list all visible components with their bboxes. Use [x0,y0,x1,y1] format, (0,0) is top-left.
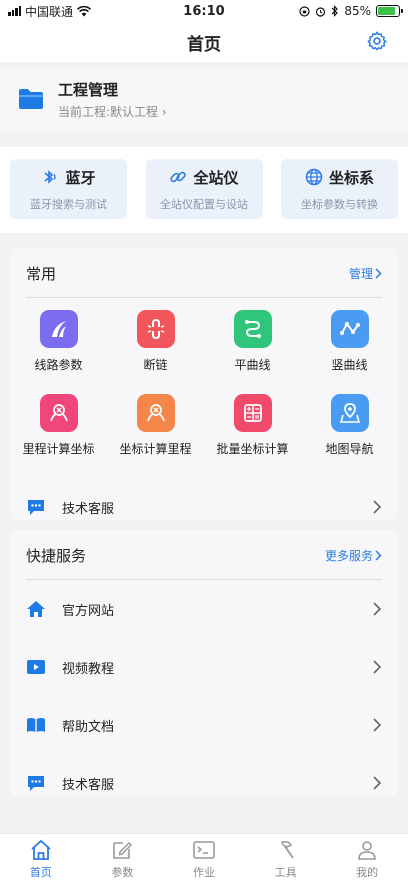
tab-params[interactable]: 参数 [82,834,164,883]
tile-label: 坐标系 [328,168,374,187]
battery-percent: 85% [344,4,371,18]
tab-profile[interactable]: 我的 [326,834,408,883]
tab-jobs[interactable]: 作业 [163,834,245,883]
tab-bar: 首页 参数 作业 工具 我的 [0,833,408,883]
tile-bluetooth[interactable]: 蓝牙 蓝牙搜索与测试 [10,159,127,219]
project-title: 工程管理 [58,80,119,99]
tab-tools[interactable]: 工具 [245,834,327,883]
home-icon [31,839,51,860]
page-title: 首页 [187,34,221,55]
chevron-right-icon [373,500,382,514]
tile-desc: 坐标参数与转换 [301,197,378,211]
tab-home[interactable]: 首页 [0,834,82,883]
broken-chain-icon [136,310,175,348]
grid-item-mileage-to-coord[interactable]: 里程计算坐标 [10,394,107,478]
quick-tiles: 蓝牙 蓝牙搜索与测试 全站仪 全站仪配置与设站 坐标系 坐标参数与转换 [0,147,408,233]
service-row-website[interactable]: 官方网站 [10,580,398,638]
route-icon [39,310,78,348]
battery-icon [376,5,403,17]
current-project: 当前工程:默认工程 › [58,104,167,119]
chevron-right-icon [373,718,382,732]
tile-label: 蓝牙 [65,168,96,187]
grid-item-coord-to-mileage[interactable]: 坐标计算里程 [107,394,204,478]
user-icon [358,840,376,860]
section-title: 快捷服务 [26,546,87,565]
grid-item-broken-chain[interactable]: 断链 [107,310,204,394]
grid-item-vertical-curve[interactable]: 竖曲线 [301,310,398,394]
bluetooth-status-icon [331,5,339,17]
manage-link[interactable]: 管理 [349,265,382,282]
service-row-support[interactable]: 技术客服 [10,754,398,812]
wifi-icon [77,5,91,16]
chevron-right-icon [373,660,382,674]
grid-item-route-params[interactable]: 线路参数 [10,310,107,394]
link-icon [170,171,187,183]
compass-icon [136,394,175,432]
project-card[interactable]: 工程管理 当前工程:默认工程 › [0,67,408,131]
status-time: 16:10 [183,3,225,19]
tile-desc: 蓝牙搜索与测试 [30,197,107,211]
alarm-icon [316,6,326,17]
folder-icon [19,89,43,109]
chat-icon [28,776,44,791]
grid-item-map-navigation[interactable]: 地图导航 [301,394,398,478]
services-card: 快捷服务 更多服务 官方网站 视频教程 帮助文档 技术客服 [10,530,398,796]
chevron-right-icon [373,776,382,790]
calculator-icon [233,394,272,432]
support-row[interactable]: 技术客服 [10,478,398,536]
curve-icon [233,310,272,348]
service-row-docs[interactable]: 帮助文档 [10,696,398,754]
service-row-video[interactable]: 视频教程 [10,638,398,696]
edit-icon [113,841,133,859]
carrier-label: 中国联通 [25,4,74,19]
more-services-link[interactable]: 更多服务 [325,547,382,564]
terminal-icon [193,840,215,859]
section-title: 常用 [26,264,57,283]
chat-icon [28,500,44,515]
signal-icon [8,6,21,16]
compass-icon [39,394,78,432]
bluetooth-icon [44,170,57,184]
globe-icon [305,168,323,186]
tile-total-station[interactable]: 全站仪 全站仪配置与设站 [145,159,263,219]
tile-coordinate-system[interactable]: 坐标系 坐标参数与转换 [281,159,398,219]
lock-rotation-icon [299,5,310,17]
gear-icon[interactable] [366,30,388,52]
book-icon [27,718,45,732]
chevron-right-icon [373,602,382,616]
map-icon [330,394,369,432]
tile-desc: 全站仪配置与设站 [160,197,248,211]
grid-item-horizontal-curve[interactable]: 平曲线 [204,310,301,394]
home-icon [27,601,45,617]
common-card: 常用 管理 线路参数 断链 平曲线 竖曲线 里程计算坐标 坐标计算里程 批量坐标… [10,248,398,520]
tile-label: 全站仪 [193,168,239,187]
grid-item-batch-coord[interactable]: 批量坐标计算 [204,394,301,478]
status-bar: 中国联通 16:10 85% [0,0,408,22]
hammer-icon [280,840,294,859]
nav-bar: 首页 [0,22,408,62]
video-icon [27,660,45,674]
vertical-curve-icon [330,310,369,348]
